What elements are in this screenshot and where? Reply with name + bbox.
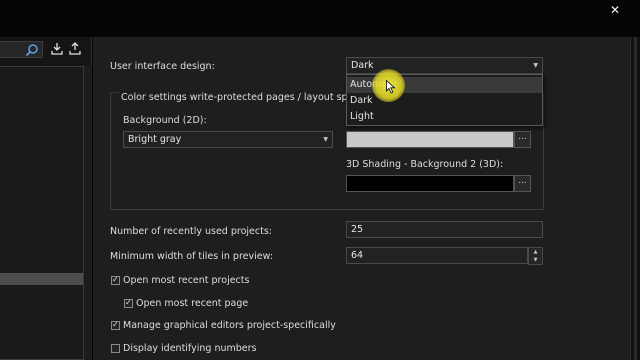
search-input[interactable] <box>0 41 43 58</box>
open-recent-projects-checkbox[interactable] <box>111 275 120 285</box>
shading-background-1-swatch[interactable] <box>346 131 514 148</box>
option-light[interactable]: Light <box>347 109 542 125</box>
download-icon[interactable] <box>49 41 65 57</box>
min-tile-width-input[interactable]: 64 <box>346 247 528 264</box>
group-title: Color settings write-protected pages / l… <box>119 92 372 103</box>
scrollbar-track <box>634 37 637 360</box>
open-recent-projects-label: Open most recent projects <box>123 275 250 286</box>
spin-down-icon[interactable]: ▼ <box>529 256 542 264</box>
display-ids-checkbox[interactable] <box>111 344 120 353</box>
close-icon[interactable]: ✕ <box>610 4 620 16</box>
list-item-selected[interactable] <box>0 273 83 285</box>
ui-design-label: User interface design: <box>110 61 215 72</box>
recent-projects-label: Number of recently used projects: <box>110 226 272 237</box>
chevron-down-icon: ▼ <box>533 62 538 69</box>
title-bar: ✕ <box>0 0 640 24</box>
ui-design-select[interactable]: Dark ▼ <box>346 57 543 74</box>
project-panel <box>0 37 92 360</box>
shading-background-2-label: 3D Shading - Background 2 (3D): <box>346 159 504 170</box>
mouse-pointer-icon <box>386 80 396 94</box>
background-2d-value: Bright gray <box>128 134 182 145</box>
project-list[interactable] <box>0 66 84 360</box>
chevron-down-icon: ▼ <box>323 136 328 143</box>
shading-background-2-swatch[interactable] <box>346 175 514 192</box>
color-picker-button[interactable]: ... <box>514 175 531 192</box>
open-recent-page-label: Open most recent page <box>136 298 249 309</box>
display-ids-label: Display identifying numbers <box>123 343 257 354</box>
background-2d-label: Background (2D): <box>123 115 207 126</box>
background-2d-select[interactable]: Bright gray ▼ <box>123 131 333 148</box>
open-recent-page-checkbox[interactable] <box>124 298 133 308</box>
scrollbar[interactable] <box>84 66 92 360</box>
recent-projects-value: 25 <box>351 224 364 235</box>
ui-design-value: Dark <box>351 60 374 71</box>
search-icon[interactable] <box>25 43 39 57</box>
manage-editors-label: Manage graphical editors project-specifi… <box>123 320 336 331</box>
color-picker-button[interactable]: ... <box>514 131 531 148</box>
min-tile-width-value: 64 <box>351 250 364 261</box>
quantity-stepper[interactable]: ▲ ▼ <box>528 247 543 265</box>
manage-editors-checkbox[interactable] <box>111 320 120 330</box>
min-tile-width-label: Minimum width of tiles in preview: <box>110 251 274 262</box>
scrollbar[interactable] <box>630 37 640 360</box>
upload-icon[interactable] <box>67 41 83 57</box>
recent-projects-input[interactable]: 25 <box>346 221 543 238</box>
spin-up-icon[interactable]: ▲ <box>529 248 542 256</box>
